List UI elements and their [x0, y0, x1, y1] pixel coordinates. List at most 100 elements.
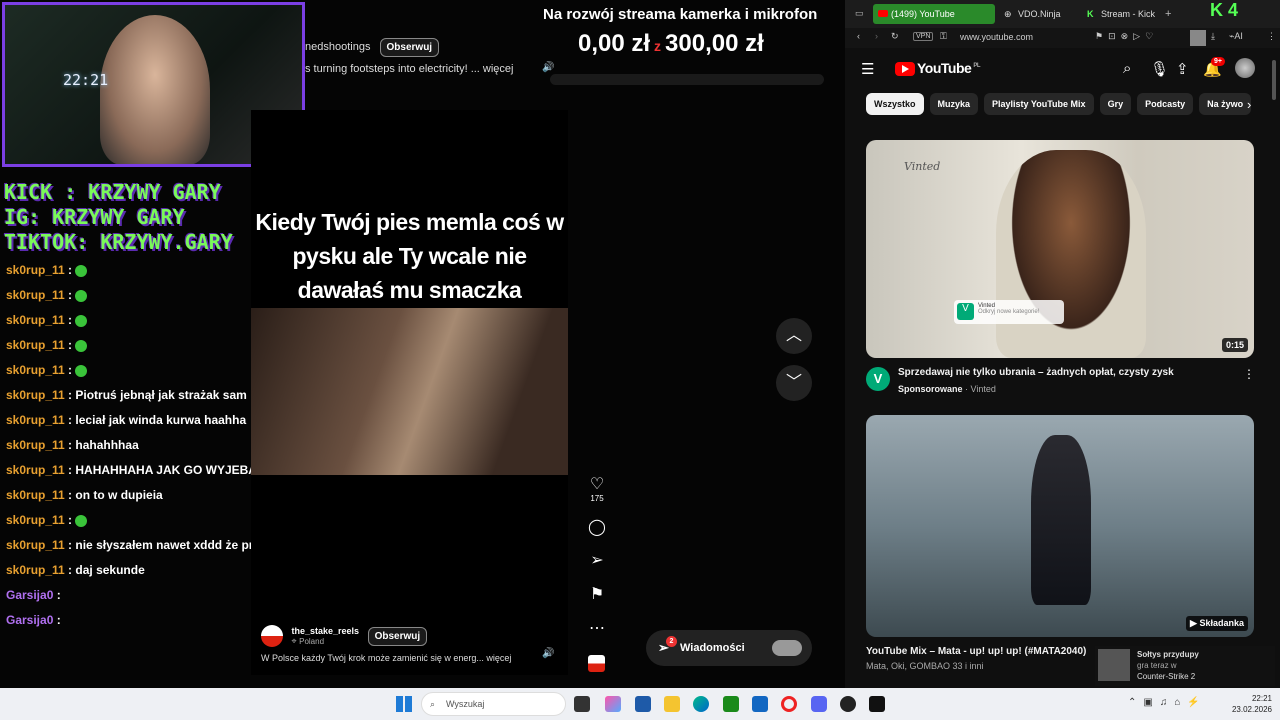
chip-2[interactable]: Playlisty YouTube Mix	[984, 93, 1094, 115]
previous-volume-icon[interactable]: 🔊	[542, 62, 554, 73]
chat-username[interactable]: Garsija0	[6, 613, 53, 627]
chip-5[interactable]: Na żywo	[1199, 93, 1252, 115]
previous-reel-author[interactable]: nedshootings	[305, 41, 370, 53]
reel-author-avatar[interactable]	[261, 625, 283, 647]
profile-thumbnail[interactable]	[1190, 30, 1206, 46]
chip-0[interactable]: Wszystko	[866, 93, 924, 115]
channel-name[interactable]: Vinted	[971, 384, 996, 394]
search-icon: ⌕	[430, 699, 436, 709]
notification-title: Sołtys przydupy	[1137, 650, 1199, 659]
tab-overview-icon[interactable]: ▭	[855, 8, 864, 19]
heart-icon: ♡	[589, 476, 605, 493]
chat-username[interactable]: Garsija0	[6, 588, 53, 602]
calendar-app-icon[interactable]	[635, 696, 651, 712]
chat-username[interactable]: sk0rup_11	[6, 313, 65, 327]
channel-avatar[interactable]: V	[866, 367, 890, 391]
comment-button[interactable]: ◯	[586, 517, 608, 537]
like-button[interactable]: ♡ 175	[586, 474, 608, 503]
reel-caption-line: pysku ale Ty wcale nie	[292, 243, 527, 269]
reel-author-name[interactable]: the_stake_reels	[292, 626, 360, 636]
discord-icon[interactable]	[811, 696, 827, 712]
opera-icon[interactable]	[781, 696, 797, 712]
game-activity-notification[interactable]: Sołtys przydupy gra teraz w Counter-Stri…	[1095, 646, 1275, 686]
previous-follow-button[interactable]: Obserwuj	[379, 38, 440, 57]
download-icon[interactable]: ⤓	[1211, 31, 1215, 42]
back-icon[interactable]: ‹	[857, 31, 860, 41]
obs-icon[interactable]	[840, 696, 856, 712]
chat-username[interactable]: sk0rup_11	[6, 363, 65, 377]
tab-youtube[interactable]: (1499) YouTube	[873, 4, 995, 24]
hamburger-menu-icon[interactable]: ☰	[861, 60, 874, 78]
account-avatar[interactable]	[1235, 58, 1255, 78]
windows-start-icon[interactable]	[396, 696, 412, 712]
menu-icon[interactable]: ⋮	[1267, 31, 1276, 42]
more-options-button[interactable]: ⋯	[586, 618, 608, 638]
chat-username[interactable]: sk0rup_11	[6, 488, 65, 502]
reel-location[interactable]: Poland	[299, 637, 324, 646]
chat-username[interactable]: sk0rup_11	[6, 413, 65, 427]
chip-3[interactable]: Gry	[1099, 93, 1132, 115]
reel-description[interactable]: W Polsce każdy Twój krok może zamienić s…	[261, 653, 511, 663]
chips-next-icon[interactable]: ›	[1247, 97, 1251, 112]
kick-overlay-logo: K 4	[1210, 0, 1239, 20]
chat-username[interactable]: sk0rup_11	[6, 388, 65, 402]
copilot-icon[interactable]	[605, 696, 621, 712]
url-field[interactable]: www.youtube.com	[960, 32, 1033, 42]
tab-kick[interactable]: K Stream - Kick	[1083, 4, 1168, 24]
next-reel-button[interactable]: ﹀	[776, 365, 812, 401]
taskbar-search[interactable]: ⌕ Wyszukaj	[421, 692, 566, 716]
vinted-banner-sub: Odkryj nowe kategorie!	[978, 309, 1040, 315]
audio-thumbnail[interactable]	[588, 655, 605, 672]
chat-username[interactable]: sk0rup_11	[6, 563, 65, 577]
donation-counter: 0,00 zł z 300,00 zł	[578, 30, 764, 58]
video-title[interactable]: Sprzedawaj nie tylko ubrania – żadnych o…	[898, 367, 1174, 378]
instagram-reels-area: 22:21 KICK : KRZYWY GARY IG: KRZYWY GARY…	[0, 0, 845, 688]
chat-username[interactable]: sk0rup_11	[6, 288, 65, 302]
reel-video-frame[interactable]	[251, 308, 568, 475]
outlook-icon[interactable]	[752, 696, 768, 712]
task-view-icon[interactable]	[574, 696, 590, 712]
video-menu-icon[interactable]: ⋮	[1243, 367, 1255, 381]
send-icon: ➢	[590, 552, 604, 569]
chat-username[interactable]: sk0rup_11	[6, 438, 65, 452]
vpn-badge[interactable]: VPN	[913, 32, 934, 41]
chat-username[interactable]: sk0rup_11	[6, 538, 65, 552]
chat-username[interactable]: sk0rup_11	[6, 513, 65, 527]
chat-username[interactable]: sk0rup_11	[6, 463, 65, 477]
previous-reel-button[interactable]: ︿	[776, 318, 812, 354]
chip-1[interactable]: Muzyka	[929, 93, 979, 115]
xbox-icon[interactable]	[723, 696, 739, 712]
reel-player[interactable]: Kiedy Twój pies memla coś w pysku ale Ty…	[251, 110, 568, 675]
video-thumbnail[interactable]: Vinted V Vinted Odkryj nowe kategorie! 0:…	[866, 140, 1254, 358]
reel-volume-icon[interactable]: 🔊	[542, 648, 554, 659]
chip-4[interactable]: Podcasty	[1137, 93, 1194, 115]
chat-username[interactable]: sk0rup_11	[6, 338, 65, 352]
ai-button[interactable]: ⌁AI	[1229, 31, 1243, 42]
lock-icon[interactable]: ⚿	[940, 31, 947, 42]
edge-icon[interactable]	[693, 696, 709, 712]
save-button[interactable]: ⚑	[586, 584, 608, 604]
extensions-icons[interactable]: ⚑⊡⊗▷♡	[1095, 31, 1158, 42]
upload-icon[interactable]: ⇪	[1176, 60, 1189, 78]
file-explorer-icon[interactable]	[664, 696, 680, 712]
tab-vdo-ninja[interactable]: ⊕ VDO.Ninja	[1000, 4, 1085, 24]
donation-progress-bar	[550, 74, 824, 85]
taskbar-clock[interactable]: 22:21 23.02.2026	[1232, 693, 1272, 715]
reel-follow-button[interactable]: Obserwuj	[367, 626, 428, 646]
forward-icon[interactable]: ›	[875, 31, 878, 41]
page-scrollbar[interactable]	[1272, 60, 1276, 100]
microphone-icon[interactable]: 🎙	[1150, 60, 1169, 78]
new-tab-button[interactable]: +	[1165, 8, 1171, 20]
epic-games-icon[interactable]	[869, 696, 885, 712]
messages-button[interactable]: ➢ 2 Wiadomości	[646, 630, 812, 666]
search-icon[interactable]: ⌕	[1123, 60, 1131, 77]
chat-username[interactable]: sk0rup_11	[6, 263, 65, 277]
share-button[interactable]: ➢	[586, 550, 608, 570]
youtube-logo[interactable]: YouTube PL	[895, 60, 980, 77]
video-thumbnail[interactable]: ▶ Składanka	[866, 415, 1254, 637]
reload-icon[interactable]: ↻	[891, 31, 899, 42]
tab-label: Stream - Kick	[1101, 9, 1156, 19]
system-tray-icons[interactable]: ⌃▣♫⌂⚡	[1128, 697, 1207, 708]
video-title[interactable]: YouTube Mix – Mata - up! up! up! (#MATA2…	[866, 646, 1086, 657]
vinted-banner: V Vinted Odkryj nowe kategorie!	[954, 300, 1064, 324]
